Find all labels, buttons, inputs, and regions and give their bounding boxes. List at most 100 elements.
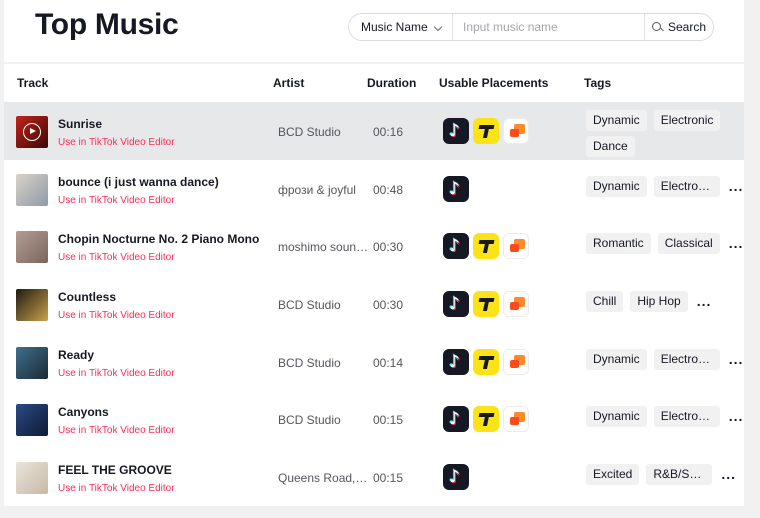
topbuzz-icon (473, 118, 499, 144)
tag-list: Dynamic Electronic Dance (586, 110, 732, 157)
table-row[interactable]: Chopin Nocturne No. 2 Piano Mono Use in T… (4, 217, 744, 276)
usable-placements: ♪ (443, 175, 469, 202)
tag-chip[interactable]: Dynamic (586, 175, 647, 197)
tag-chip[interactable]: Dance (586, 136, 635, 157)
column-header-duration: Duration (367, 76, 417, 90)
topbuzz-icon (473, 406, 499, 433)
track-duration: 00:16 (373, 125, 404, 139)
track-cover-image[interactable] (16, 289, 48, 322)
track-title[interactable]: Sunrise (58, 117, 102, 131)
use-in-editor-link[interactable]: Use in TikTok Video Editor (58, 252, 175, 263)
more-tags-button[interactable]: ... (729, 349, 744, 370)
track-artist: BCD Studio (278, 355, 341, 370)
table-row[interactable]: FEEL THE GROOVE Use in TikTok Video Edito… (4, 448, 744, 506)
tag-list: Dynamic Electronic... (586, 348, 746, 370)
topbuzz-icon (473, 233, 499, 260)
track-duration: 00:30 (373, 298, 404, 313)
use-in-editor-link[interactable]: Use in TikTok Video Editor (58, 425, 175, 436)
page-title: Top Music (35, 8, 179, 41)
pangle-icon (503, 291, 529, 318)
pangle-icon (503, 406, 529, 433)
table-row[interactable]: bounce (i just wanna dance) Use in TikTok… (4, 159, 746, 218)
tiktok-icon: ♪ (443, 464, 469, 491)
tiktok-icon: ♪ (443, 175, 469, 202)
track-title[interactable]: bounce (i just wanna dance) (58, 175, 219, 189)
search-input[interactable] (453, 14, 644, 40)
track-cover-image[interactable] (16, 116, 48, 148)
column-header-track: Track (17, 76, 49, 90)
usable-placements: ♪ (443, 118, 529, 144)
track-artist: BCD Studio (278, 298, 341, 313)
track-cover-image[interactable] (16, 404, 48, 437)
pangle-icon (503, 233, 529, 260)
column-header-tags: Tags (584, 76, 612, 90)
tag-list: Chill Hip Hop... (586, 291, 746, 313)
tag-list: Dynamic Electronic... (586, 175, 746, 197)
search-type-select[interactable]: Music Name (349, 14, 453, 40)
track-artist: BCD Studio (278, 125, 341, 139)
search-button[interactable]: Search (644, 14, 713, 40)
table-row[interactable]: Ready Use in TikTok Video Editor BCD Studi… (4, 332, 746, 391)
tag-chip[interactable]: Electronic (653, 110, 721, 131)
usable-placements: ♪ (443, 233, 529, 260)
more-tags-button[interactable]: ... (729, 176, 744, 197)
more-tags-button[interactable]: ... (729, 233, 744, 254)
track-artist: BCD Studio (278, 413, 341, 428)
tag-chip[interactable]: Hip Hop (630, 291, 688, 313)
track-title[interactable]: FEEL THE GROOVE (58, 463, 172, 477)
track-title[interactable]: Countless (58, 290, 116, 304)
search-bar: Music Name Search (348, 13, 714, 41)
use-in-editor-link[interactable]: Use in TikTok Video Editor (58, 310, 175, 321)
column-header-placements: Usable Placements (439, 76, 549, 90)
tag-chip[interactable]: Dynamic (586, 406, 647, 428)
track-duration: 00:30 (373, 240, 404, 255)
more-tags-button[interactable]: ... (729, 406, 744, 427)
usable-placements: ♪ (443, 464, 469, 491)
more-tags-button[interactable]: ... (721, 464, 736, 485)
page-header: Top Music Music Name Search (4, 0, 744, 62)
pangle-icon (503, 348, 529, 375)
search-type-label: Music Name (361, 20, 428, 34)
track-cover-image[interactable] (16, 346, 48, 379)
tag-chip[interactable]: Excited (586, 464, 640, 486)
track-duration: 00:15 (373, 471, 404, 486)
table-row[interactable]: Countless Use in TikTok Video Editor BCD S… (4, 275, 744, 333)
track-cover-image[interactable] (16, 173, 48, 206)
table-row[interactable]: Canyons Use in TikTok Video Editor BCD Stu… (4, 390, 746, 449)
tiktok-icon: ♪ (443, 406, 469, 433)
use-in-editor-link[interactable]: Use in TikTok Video Editor (58, 368, 175, 379)
tag-chip[interactable]: Classical (657, 233, 720, 255)
topbuzz-icon (473, 348, 499, 375)
play-icon[interactable] (23, 123, 41, 141)
search-icon (651, 21, 663, 33)
use-in-editor-link[interactable]: Use in TikTok Video Editor (58, 195, 175, 206)
track-cover-image[interactable] (16, 231, 48, 264)
track-title[interactable]: Ready (58, 348, 94, 362)
tag-chip[interactable]: Dynamic (586, 348, 647, 370)
more-tags-button[interactable]: ... (697, 291, 712, 312)
tiktok-icon: ♪ (443, 348, 469, 375)
music-table: Track Artist Duration Usable Placements … (4, 64, 744, 506)
tag-chip[interactable]: Electronic (653, 348, 720, 370)
usable-placements: ♪ (443, 348, 529, 375)
use-in-editor-link[interactable]: Use in TikTok Video Editor (58, 483, 175, 494)
table-row[interactable]: Sunrise Use in TikTok Video Editor BCD Stu… (4, 102, 744, 160)
use-in-editor-link[interactable]: Use in TikTok Video Editor (58, 137, 175, 148)
column-header-artist: Artist (273, 76, 305, 90)
table-body: Sunrise Use in TikTok Video Editor BCD Stu… (4, 102, 744, 506)
tiktok-icon: ♪ (443, 291, 469, 318)
track-title[interactable]: Canyons (58, 405, 109, 419)
tag-chip[interactable]: Dynamic (586, 110, 647, 131)
tiktok-icon: ♪ (443, 233, 469, 260)
tag-list: Dynamic Electronic... (586, 406, 746, 428)
tag-chip[interactable]: Electronic (653, 175, 720, 197)
tag-chip[interactable]: Chill (586, 291, 624, 313)
tag-chip[interactable]: Romantic (586, 233, 651, 255)
track-cover-image[interactable] (16, 462, 48, 495)
track-title[interactable]: Chopin Nocturne No. 2 Piano Mono (58, 232, 259, 246)
tag-list: Excited R&B/Soul... (586, 464, 746, 486)
tag-chip[interactable]: Electronic (653, 406, 720, 428)
track-duration: 00:14 (373, 355, 404, 370)
tag-chip[interactable]: R&B/Soul (646, 464, 713, 486)
track-duration: 00:15 (373, 413, 404, 428)
